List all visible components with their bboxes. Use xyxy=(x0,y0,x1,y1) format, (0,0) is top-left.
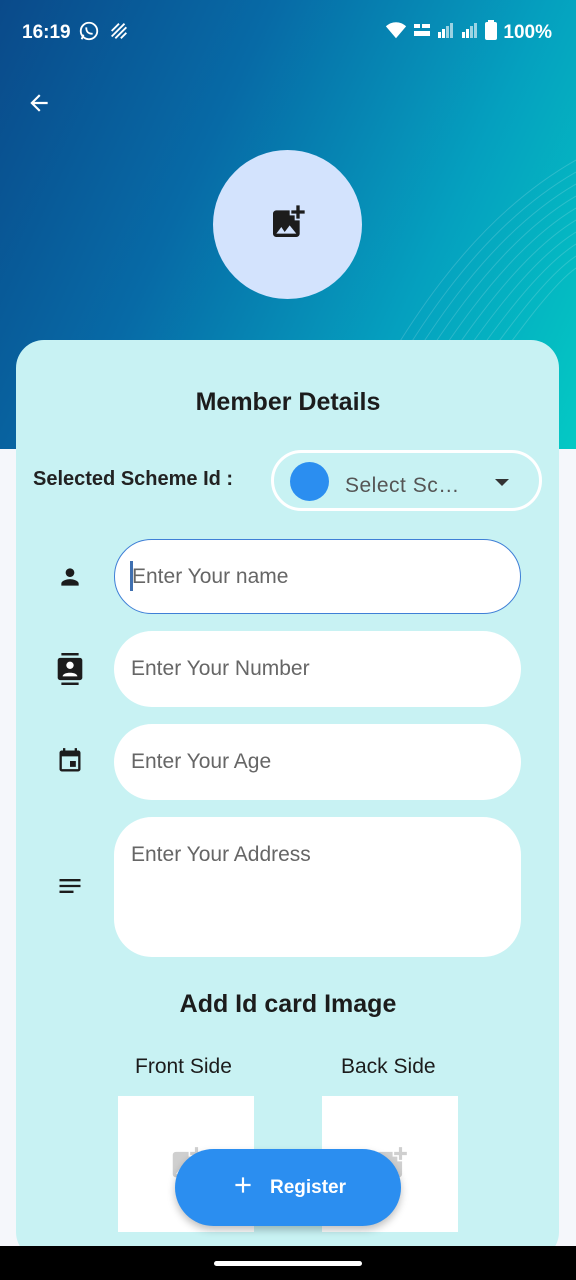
scheme-select-text: Select Sc… xyxy=(345,474,460,497)
address-placeholder: Enter Your Address xyxy=(131,843,311,866)
id-section-title: Add Id card Image xyxy=(179,990,397,1018)
signal-strike-icon xyxy=(108,20,130,47)
name-field[interactable]: Enter Your name xyxy=(114,539,521,614)
back-side-label: Back Side xyxy=(341,1055,436,1078)
system-nav-bar xyxy=(0,1246,576,1280)
arrow-back-icon xyxy=(26,90,52,121)
number-placeholder: Enter Your Number xyxy=(131,657,310,680)
front-side-label: Front Side xyxy=(135,1055,232,1078)
status-time: 16:19 xyxy=(22,22,71,43)
name-placeholder: Enter Your name xyxy=(132,565,289,588)
back-button[interactable] xyxy=(22,88,56,122)
status-right-icons: 100% xyxy=(385,20,552,45)
cell-signal-icon xyxy=(461,21,479,44)
calendar-icon xyxy=(54,745,86,777)
home-gesture-handle[interactable] xyxy=(214,1261,362,1266)
notes-icon xyxy=(54,870,86,902)
battery-icon xyxy=(485,20,498,45)
wifi-icon xyxy=(385,20,407,45)
chevron-down-icon xyxy=(495,479,509,486)
scheme-dropdown[interactable]: Select Sc… xyxy=(271,450,542,511)
plus-icon xyxy=(230,1172,256,1204)
register-button[interactable]: Register xyxy=(175,1149,401,1226)
card-title: Member Details xyxy=(195,388,381,416)
cell-signal-icon xyxy=(437,21,455,44)
avatar-picker[interactable] xyxy=(213,150,362,299)
status-left-icons xyxy=(78,20,130,47)
add-photo-icon xyxy=(268,202,308,247)
lte-icon xyxy=(413,20,431,45)
address-field[interactable]: Enter Your Address xyxy=(114,817,521,957)
scheme-label: Selected Scheme Id : xyxy=(33,468,234,490)
whatsapp-icon xyxy=(78,20,100,47)
scheme-color-dot xyxy=(290,462,329,501)
battery-percent: 100% xyxy=(503,21,552,43)
age-placeholder: Enter Your Age xyxy=(131,750,272,773)
register-label: Register xyxy=(269,1176,347,1198)
status-bar: 16:19 100% xyxy=(0,0,576,66)
person-icon xyxy=(54,561,86,593)
number-field[interactable]: Enter Your Number xyxy=(114,631,521,707)
age-field[interactable]: Enter Your Age xyxy=(114,724,521,800)
contact-card-icon xyxy=(54,653,86,685)
